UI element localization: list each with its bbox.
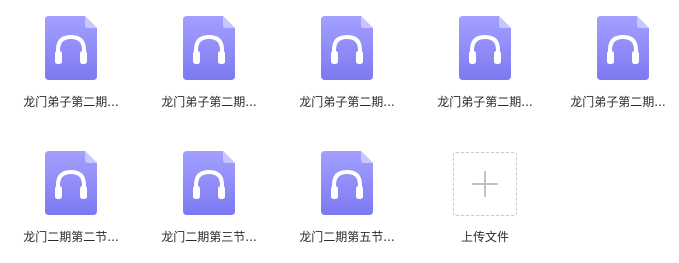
audio-file-icon (453, 16, 517, 80)
file-name-label: 龙门二期第二节... (23, 230, 119, 244)
upload-button[interactable] (453, 152, 517, 216)
audio-file-icon (39, 16, 103, 80)
audio-file-icon (177, 16, 241, 80)
file-tile[interactable]: 龙门二期第三节... (145, 151, 275, 263)
file-tile[interactable]: 龙门弟子第二期... (283, 16, 413, 128)
file-tile[interactable]: 龙门二期第五节... (283, 151, 413, 263)
file-grid: 龙门弟子第二期... 龙门弟子第二期... 龙门弟子第二期... 龙门弟子第二期… (0, 0, 679, 256)
file-name-label: 龙门弟子第二期... (570, 95, 666, 109)
file-name-label: 龙门弟子第二期... (23, 95, 119, 109)
file-name-label: 龙门弟子第二期... (161, 95, 257, 109)
file-tile[interactable]: 龙门弟子第二期... (559, 16, 677, 128)
audio-file-icon (315, 151, 379, 215)
upload-file-tile[interactable]: 上传文件 (421, 151, 551, 263)
audio-file-icon (315, 16, 379, 80)
file-name-label: 龙门弟子第二期... (437, 95, 533, 109)
file-name-label: 龙门二期第三节... (161, 230, 257, 244)
file-tile[interactable]: 龙门弟子第二期... (7, 16, 137, 128)
file-name-label: 龙门弟子第二期... (299, 95, 395, 109)
file-tile[interactable]: 龙门二期第二节... (7, 151, 137, 263)
upload-label: 上传文件 (460, 230, 509, 244)
audio-file-icon (591, 16, 655, 80)
plus-icon (472, 171, 498, 197)
audio-file-icon (39, 151, 103, 215)
file-tile[interactable]: 龙门弟子第二期... (421, 16, 551, 128)
audio-file-icon (177, 151, 241, 215)
file-tile[interactable]: 龙门弟子第二期... (145, 16, 275, 128)
file-name-label: 龙门二期第五节... (299, 230, 395, 244)
